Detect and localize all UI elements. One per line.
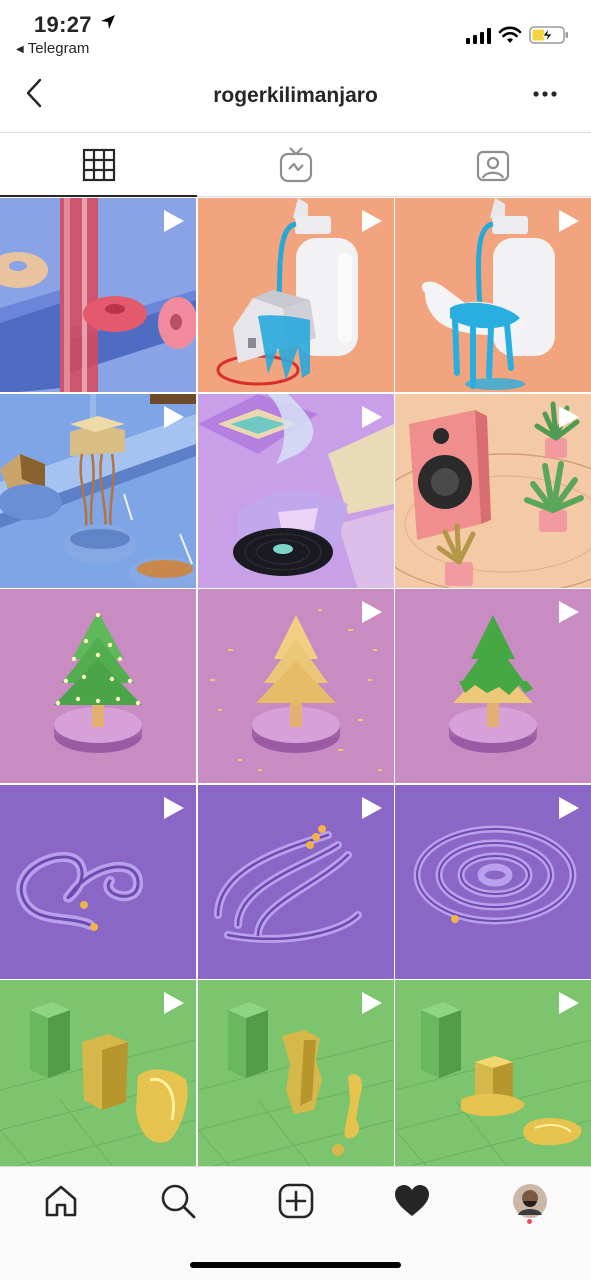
cellular-signal-icon bbox=[466, 28, 491, 44]
video-indicator-icon bbox=[559, 992, 579, 1014]
more-options-icon[interactable] bbox=[530, 84, 560, 104]
back-app-label: Telegram bbox=[27, 40, 90, 57]
video-indicator-icon bbox=[164, 992, 184, 1014]
status-time: 19:27 bbox=[34, 12, 92, 37]
post-tile-sand-spiral[interactable] bbox=[395, 784, 591, 979]
igtv-icon bbox=[279, 147, 312, 183]
video-indicator-icon bbox=[361, 992, 382, 1014]
back-triangle-icon: ◀ bbox=[16, 44, 24, 55]
profile-username-title: rogerkilimanjaro bbox=[213, 84, 378, 107]
post-tile-soap-house[interactable] bbox=[197, 198, 394, 392]
video-indicator-icon bbox=[559, 405, 579, 428]
home-indicator bbox=[190, 1262, 401, 1268]
tab-posts-grid[interactable] bbox=[0, 134, 197, 197]
back-to-app-link[interactable]: ◀ Telegram bbox=[16, 40, 89, 57]
profile-notification-dot bbox=[527, 1219, 532, 1224]
post-tile-vinyl-record[interactable] bbox=[197, 393, 394, 588]
post-tile-tree-melting[interactable] bbox=[395, 589, 591, 783]
video-indicator-icon bbox=[559, 796, 579, 819]
post-tile-gold-blocks-3[interactable] bbox=[395, 980, 591, 1166]
video-indicator-icon bbox=[164, 796, 184, 819]
posts-grid bbox=[0, 198, 591, 1166]
post-tile-sand-squiggle[interactable] bbox=[0, 784, 196, 979]
heart-icon[interactable] bbox=[392, 1181, 432, 1221]
add-post-icon[interactable] bbox=[276, 1181, 316, 1221]
video-indicator-icon bbox=[361, 796, 382, 819]
search-icon[interactable] bbox=[158, 1181, 198, 1221]
post-tile-sand-waves[interactable] bbox=[197, 784, 394, 979]
post-tile-tree-lights[interactable] bbox=[0, 589, 196, 783]
post-tile-speaker-plants[interactable] bbox=[395, 393, 591, 588]
tab-tagged[interactable] bbox=[394, 134, 591, 196]
profile-header: rogerkilimanjaro bbox=[0, 60, 591, 133]
home-icon[interactable] bbox=[41, 1181, 81, 1221]
video-indicator-icon bbox=[164, 405, 184, 428]
grid-icon bbox=[82, 148, 115, 182]
video-indicator-icon bbox=[361, 405, 382, 428]
post-tile-donut-tray[interactable] bbox=[0, 198, 196, 392]
post-tile-gold-blocks-1[interactable] bbox=[0, 980, 196, 1166]
location-arrow-icon bbox=[101, 15, 115, 29]
post-tile-noodle-conveyor[interactable] bbox=[0, 393, 196, 588]
video-indicator-icon bbox=[559, 210, 579, 232]
tagged-person-icon bbox=[476, 150, 509, 182]
post-tile-soap-hand[interactable] bbox=[395, 198, 591, 392]
profile-tabs bbox=[0, 134, 591, 197]
post-tile-tree-wood[interactable] bbox=[197, 589, 394, 783]
tab-igtv[interactable] bbox=[197, 134, 394, 196]
wifi-icon bbox=[498, 26, 522, 43]
status-bar: 19:27 ◀ Telegram bbox=[0, 0, 591, 60]
video-indicator-icon bbox=[164, 210, 184, 232]
profile-avatar[interactable] bbox=[510, 1181, 550, 1221]
tree-lights-image bbox=[0, 589, 196, 783]
battery-charging-icon bbox=[529, 26, 568, 44]
post-tile-gold-blocks-2[interactable] bbox=[197, 980, 394, 1166]
video-indicator-icon bbox=[361, 210, 382, 232]
video-indicator-icon bbox=[559, 601, 579, 623]
video-indicator-icon bbox=[361, 601, 382, 623]
